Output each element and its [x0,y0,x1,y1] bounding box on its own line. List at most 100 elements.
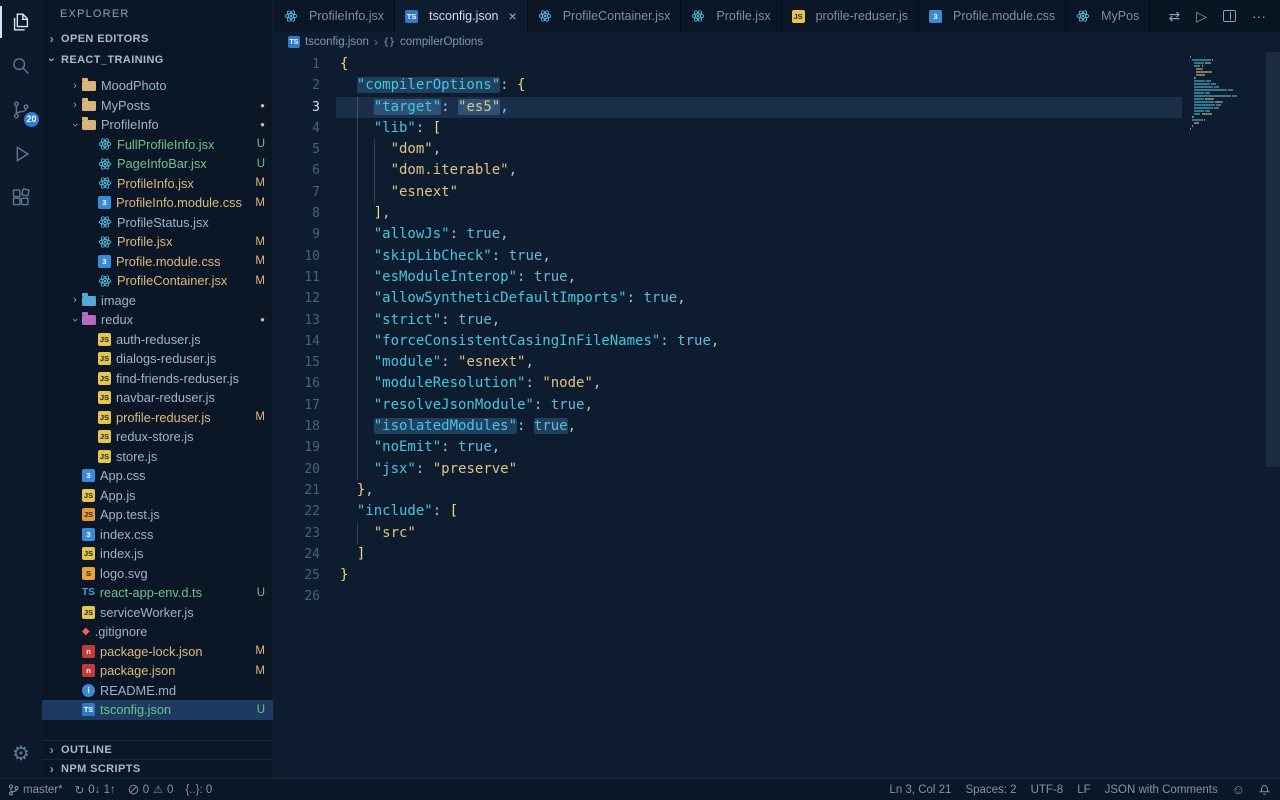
tree-item-redux[interactable]: › redux ● [42,310,273,330]
code-line[interactable]: 11 "esModuleInterop": true, [274,267,1190,288]
tree-item-app-test-js[interactable]: JS App.test.js [42,505,273,525]
tree-item-dialogs-reduser-js[interactable]: JS dialogs-reduser.js [42,349,273,369]
line-number[interactable]: 21 [274,480,320,501]
section-open-editors[interactable]: › OPEN EDITORS [42,28,273,49]
tree-item-index-js[interactable]: JS index.js [42,544,273,564]
line-number[interactable]: 19 [274,437,320,458]
tree-item-logo-svg[interactable]: Slogo.svg [42,564,273,584]
close-icon[interactable]: × [509,8,517,24]
code-line[interactable]: 3 "target": "es5", [274,97,1190,118]
code-line[interactable]: 7 "esnext" [274,182,1190,203]
vertical-scrollbar[interactable] [1266,52,1280,467]
tree-item-index-css[interactable]: 3 index.css [42,525,273,545]
tree-item-redux-store-js[interactable]: JS redux-store.js [42,427,273,447]
run-file-icon[interactable]: ▷ [1196,8,1207,25]
line-number[interactable]: 16 [274,373,320,394]
code-line[interactable]: 18 "isolatedModules": true, [274,416,1190,437]
tab-profilecontainer-jsx[interactable]: ProfileContainer.jsx [527,0,682,32]
line-number[interactable]: 26 [274,586,320,607]
tree-item-navbar-reduser-js[interactable]: JS navbar-reduser.js [42,388,273,408]
indentation-indicator[interactable]: Spaces: 2 [965,784,1016,796]
tree-item-profileinfo-jsx[interactable]: ProfileInfo.jsx M [42,174,273,194]
line-number[interactable]: 1 [274,54,320,75]
tab-profile-reduser-js[interactable]: JS profile-reduser.js [781,0,919,32]
tree-item-app-css[interactable]: 3 App.css [42,466,273,486]
line-number[interactable]: 25 [274,565,320,586]
brackets-indicator[interactable]: {..}: 0 [185,784,212,796]
tree-item-auth-reduser-js[interactable]: JS auth-reduser.js [42,330,273,350]
split-editor-icon[interactable] [1223,10,1236,22]
tree-item-profileinfo-module-css[interactable]: 3 ProfileInfo.module.css M [42,193,273,213]
code-line[interactable]: 19 "noEmit": true, [274,437,1190,458]
line-number[interactable]: 14 [274,331,320,352]
line-number[interactable]: 17 [274,395,320,416]
notifications-bell-icon[interactable] [1259,784,1270,796]
section-react-training[interactable]: › REACT_TRAINING [42,49,273,70]
section-outline[interactable]: › OUTLINE [42,740,273,759]
line-number[interactable]: 7 [274,182,320,203]
git-branch-indicator[interactable]: master* [8,784,63,796]
extensions-icon[interactable] [0,176,42,220]
code-line[interactable]: 25} [274,565,1190,586]
breadcrumb-file[interactable]: tsconfig.json [305,36,369,48]
line-number[interactable]: 8 [274,203,320,224]
section-npm-scripts[interactable]: › NPM SCRIPTS [42,759,273,778]
code-line[interactable]: 2 "compilerOptions": { [274,75,1190,96]
code-line[interactable]: 4 "lib": [ [274,118,1190,139]
language-mode[interactable]: JSON with Comments [1105,784,1218,796]
tab-profile-module-css[interactable]: 3 Profile.module.css [919,0,1067,32]
line-number[interactable]: 10 [274,246,320,267]
tree-item-tsconfig-json[interactable]: TS tsconfig.json U [42,700,273,720]
code-line[interactable]: 1{ [274,54,1190,75]
line-number[interactable]: 3 [274,97,320,118]
code-line[interactable]: 16 "moduleResolution": "node", [274,373,1190,394]
sync-indicator[interactable]: ↻ 0↓ 1↑ [75,783,116,797]
line-number[interactable]: 9 [274,224,320,245]
explorer-icon[interactable] [0,0,42,44]
tab-profileinfo-jsx[interactable]: ProfileInfo.jsx [274,0,396,32]
search-icon[interactable] [0,44,42,88]
code-line[interactable]: 15 "module": "esnext", [274,352,1190,373]
line-number[interactable]: 20 [274,459,320,480]
line-number[interactable]: 11 [274,267,320,288]
tab-tsconfig-json[interactable]: TS tsconfig.json × [395,0,528,32]
tree-item-myposts[interactable]: › MyPosts ● [42,96,273,116]
tree-item-package-lock-json[interactable]: n package-lock.json M [42,642,273,662]
line-number[interactable]: 23 [274,523,320,544]
code-line[interactable]: 21 }, [274,480,1190,501]
code-line[interactable]: 13 "strict": true, [274,310,1190,331]
line-number[interactable]: 24 [274,544,320,565]
code-line[interactable]: 6 "dom.iterable", [274,160,1190,181]
settings-gear-icon[interactable]: ⚙ [0,732,42,776]
tree-item-find-friends-reduser-js[interactable]: JS find-friends-reduser.js [42,369,273,389]
run-debug-icon[interactable] [0,132,42,176]
code-line[interactable]: 22 "include": [ [274,501,1190,522]
code-line[interactable]: 14 "forceConsistentCasingInFileNames": t… [274,331,1190,352]
line-number[interactable]: 18 [274,416,320,437]
minimap[interactable] [1190,56,1264,134]
code-line[interactable]: 5 "dom", [274,139,1190,160]
problems-indicator[interactable]: 0 ⚠ 0 [128,783,173,796]
tree-item-fullprofileinfo-jsx[interactable]: FullProfileInfo.jsx U [42,135,273,155]
code-editor[interactable]: 1{2 "compilerOptions": {3 "target": "es5… [274,52,1280,778]
tree-item-profile-module-css[interactable]: 3 Profile.module.css M [42,252,273,272]
line-number[interactable]: 6 [274,160,320,181]
tree-item-gitignore[interactable]: ◆ .gitignore [42,622,273,642]
line-number[interactable]: 13 [274,310,320,331]
tree-item-profilestatus-jsx[interactable]: ProfileStatus.jsx [42,213,273,233]
line-number[interactable]: 12 [274,288,320,309]
line-number[interactable]: 22 [274,501,320,522]
tree-item-package-json[interactable]: n package.json M [42,661,273,681]
breadcrumb-symbol[interactable]: compilerOptions [400,36,483,48]
tree-item-profileinfo[interactable]: › ProfileInfo ● [42,115,273,135]
tree-item-profilecontainer-jsx[interactable]: ProfileContainer.jsx M [42,271,273,291]
code-line[interactable]: 17 "resolveJsonModule": true, [274,395,1190,416]
tree-item-profile-jsx[interactable]: Profile.jsx M [42,232,273,252]
source-control-icon[interactable]: 20 [0,88,42,132]
encoding-indicator[interactable]: UTF-8 [1031,784,1064,796]
code-line[interactable]: 10 "skipLibCheck": true, [274,246,1190,267]
code-line[interactable]: 9 "allowJs": true, [274,224,1190,245]
tab-mypos[interactable]: MyPos [1066,0,1151,32]
eol-indicator[interactable]: LF [1077,784,1090,796]
tree-item-pageinfobar-jsx[interactable]: PageInfoBar.jsx U [42,154,273,174]
